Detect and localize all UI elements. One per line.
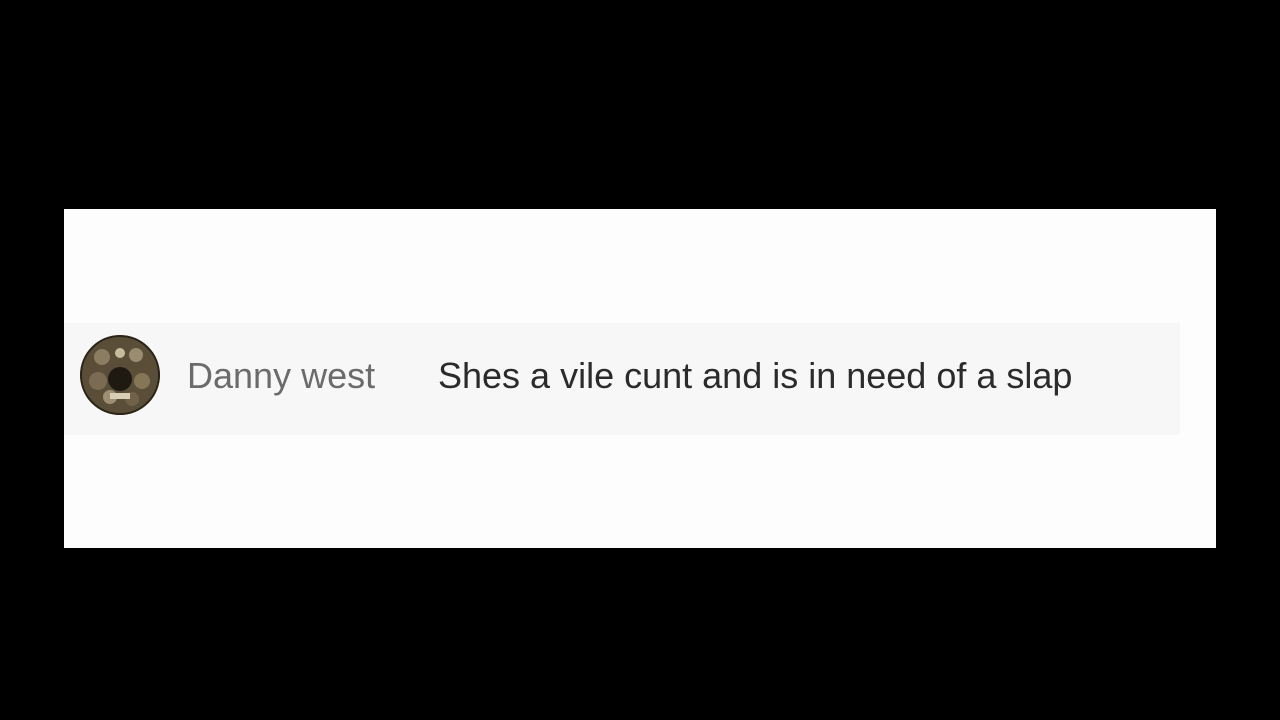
avatar[interactable] bbox=[80, 335, 160, 415]
comment-author[interactable]: Danny west bbox=[187, 354, 375, 397]
comment-text: Shes a vile cunt and is in need of a sla… bbox=[438, 355, 1073, 396]
comment-item: Danny west Shes a vile cunt and is in ne… bbox=[64, 323, 1180, 435]
comment-panel: Danny west Shes a vile cunt and is in ne… bbox=[64, 209, 1216, 548]
